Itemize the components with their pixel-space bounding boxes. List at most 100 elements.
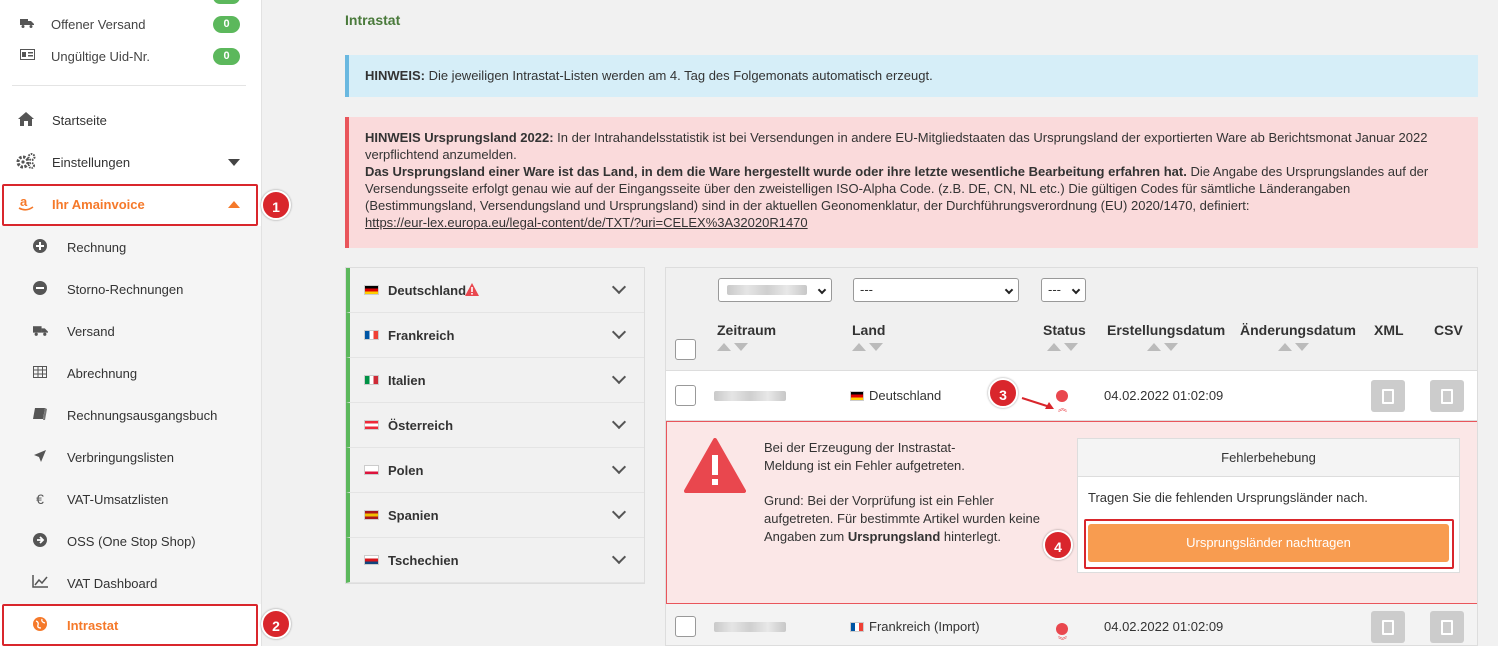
land-cell: Frankreich (Import) [850, 619, 980, 634]
col-status[interactable]: Status [1043, 322, 1086, 338]
pointer-arrow-icon [1021, 397, 1054, 409]
chevron-down-icon[interactable] [611, 549, 627, 565]
minus-circle-icon [30, 280, 50, 298]
row-checkbox[interactable] [675, 385, 696, 406]
home-icon [16, 111, 36, 129]
id-card-icon [20, 49, 35, 63]
sidebar-item-storno[interactable]: Storno-Rechnungen [0, 268, 261, 310]
country-accordion-row[interactable]: Italien [346, 358, 644, 403]
country-list: Deutschland Frankreich Italien Österreich Po… [345, 267, 645, 584]
chevron-down-icon[interactable] [611, 414, 627, 430]
eur-lex-link[interactable]: https://eur-lex.europa.eu/legal-content/… [365, 215, 808, 230]
col-erstellungsdatum[interactable]: Erstellungsdatum [1107, 322, 1225, 338]
zeitraum-filter[interactable] [718, 278, 832, 302]
land-text: Frankreich (Import) [869, 619, 980, 634]
page-title: Intrastat [345, 12, 401, 28]
sidebar-item-vat-dashboard[interactable]: VAT Dashboard [0, 562, 261, 604]
col-zeitraum[interactable]: Zeitraum [717, 322, 776, 338]
sidebar-item-abrechnung[interactable]: Abrechnung [0, 352, 261, 394]
land-filter[interactable]: --- [853, 278, 1019, 302]
danger-alert: HINWEIS Ursprungsland 2022: In der Intra… [345, 117, 1478, 248]
country-name: Polen [388, 462, 424, 478]
sidebar-item-verbringungslisten[interactable]: Verbringungslisten [0, 436, 261, 478]
sort-icon[interactable] [852, 343, 884, 351]
col-csv: CSV [1434, 322, 1463, 338]
intrastat-table: --- --- Zeitraum Land Status Erstellungs… [665, 267, 1478, 646]
status-filter[interactable]: --- [1041, 278, 1086, 302]
sidebar-item-startseite[interactable]: Startseite [0, 100, 261, 140]
chevron-down-icon [817, 285, 827, 295]
country-accordion-row[interactable]: Polen [346, 448, 644, 493]
sidebar-item-label: Einstellungen [52, 154, 131, 170]
flag-icon [364, 285, 379, 295]
count-badge: 0 [213, 15, 240, 33]
flag-icon [364, 555, 379, 565]
country-accordion-row[interactable]: Spanien [346, 493, 644, 538]
sort-icon[interactable] [1278, 343, 1310, 351]
table-row[interactable]: Deutschland ︽ 04.02.2022 01:02:09 [666, 371, 1477, 421]
sidebar-item-label: VAT-Umsatzlisten [67, 491, 169, 507]
csv-download-button[interactable] [1430, 380, 1464, 412]
sort-icon[interactable] [1147, 343, 1179, 351]
sidebar-item-ungueltige-uid[interactable]: Ungültige Uid-Nr. 0 [0, 42, 261, 70]
warning-icon [465, 283, 479, 296]
chevron-down-double-icon[interactable]: ︾ [1058, 637, 1067, 646]
chevron-down-icon[interactable] [611, 459, 627, 475]
sidebar-item-label: Rechnung [67, 239, 127, 255]
truck-icon [20, 17, 34, 31]
sidebar-item-oss[interactable]: OSS (One Stop Shop) [0, 520, 261, 562]
filter-bar: --- --- [666, 268, 1477, 311]
cogs-icon [16, 152, 36, 172]
chevron-down-icon[interactable] [611, 279, 627, 295]
sidebar-item-label: Startseite [52, 112, 107, 128]
sidebar: amainvoice amainvoice amainvoice Offener… [0, 0, 262, 646]
error-reason-bold: Ursprungsland [847, 529, 941, 544]
chevron-down-icon[interactable] [611, 504, 627, 520]
sidebar-item-rechnungsausgangsbuch[interactable]: Rechnungsausgangsbuch [0, 394, 261, 436]
country-name: Spanien [388, 507, 439, 523]
status-error-icon [1056, 623, 1068, 635]
col-xml: XML [1374, 322, 1404, 338]
file-icon [1441, 388, 1453, 404]
marker-2: 2 [261, 609, 291, 639]
sidebar-item-offener-versand[interactable]: Offener Versand 0 [0, 10, 261, 38]
xml-download-button[interactable] [1371, 611, 1405, 643]
sort-icon[interactable] [1047, 343, 1079, 351]
country-accordion-row[interactable]: Frankreich [346, 313, 644, 358]
chevron-down-icon[interactable] [611, 369, 627, 385]
country-accordion-row[interactable]: Österreich [346, 403, 644, 448]
csv-download-button[interactable] [1430, 611, 1464, 643]
chevron-down-icon[interactable] [611, 324, 627, 340]
flag-icon [364, 375, 379, 385]
land-text: Deutschland [869, 388, 942, 403]
sidebar-item-label: Ungültige Uid-Nr. [51, 48, 150, 64]
chevron-down-icon [1071, 285, 1081, 295]
col-land[interactable]: Land [852, 322, 885, 338]
xml-download-button[interactable] [1371, 380, 1405, 412]
euro-icon: € [36, 491, 44, 507]
row-checkbox[interactable] [675, 616, 696, 637]
country-name: Österreich [388, 417, 454, 433]
sidebar-item-vat-umsatzlisten[interactable]: € VAT-Umsatzlisten [0, 478, 261, 520]
sidebar-item-einstellungen[interactable]: Einstellungen [0, 142, 261, 182]
flag-de-icon [850, 390, 864, 401]
table-row[interactable]: Frankreich (Import) ︾ 04.02.2022 01:02:0… [666, 604, 1477, 646]
plane-icon [30, 449, 50, 466]
col-aenderungsdatum[interactable]: Änderungsdatum [1240, 322, 1356, 338]
count-badge: 0 [213, 47, 240, 65]
sort-icon[interactable] [717, 343, 749, 351]
sidebar-item-rechnung[interactable]: Rechnung [0, 226, 261, 268]
country-accordion-row[interactable]: Deutschland [346, 268, 644, 313]
flag-icon [364, 465, 379, 475]
file-icon [1382, 619, 1394, 635]
flag-icon [364, 510, 379, 520]
select-all-checkbox[interactable] [675, 339, 696, 360]
sidebar-item-label: Verbringungslisten [67, 449, 174, 465]
country-name: Deutschland [388, 282, 467, 298]
country-accordion-row[interactable]: Tschechien [346, 538, 644, 583]
sidebar-item-versand[interactable]: Versand [0, 310, 261, 352]
chevron-down-icon [1004, 285, 1014, 295]
marker-1: 1 [261, 190, 291, 220]
flag-icon [364, 330, 379, 340]
error-reason: Grund: Bei der Vorprüfung ist ein Fehler… [764, 492, 1064, 546]
